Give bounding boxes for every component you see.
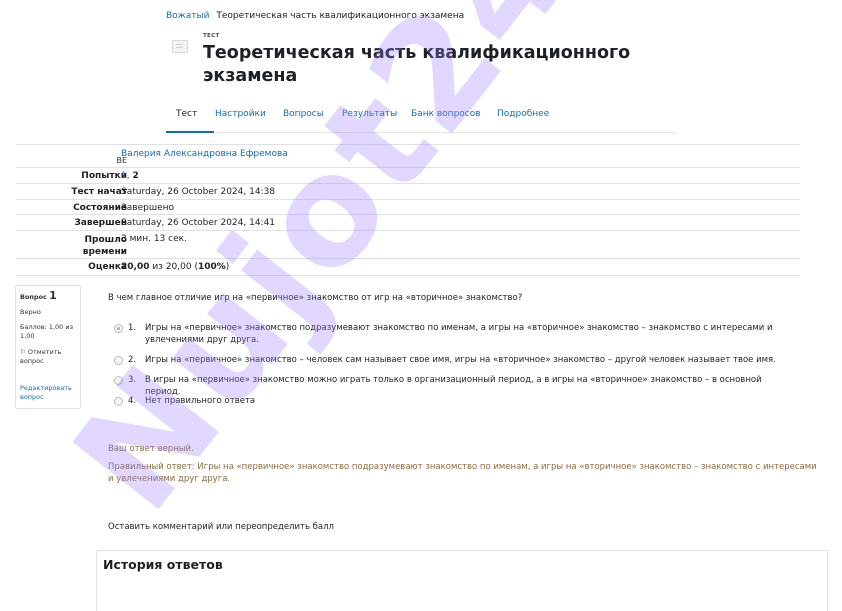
started-value: Saturday, 26 October 2024, 14:38: [121, 187, 276, 197]
answer-text: Нет правильного ответа: [145, 396, 256, 406]
question-text: В чем главное отличие игр на «первичное»…: [108, 293, 523, 303]
tab-question-bank[interactable]: Банк вопросов: [411, 104, 481, 131]
grade-out-of: из 20,00 (: [149, 262, 198, 272]
answer-number: 4.: [128, 396, 137, 406]
started-label: Тест начат: [71, 187, 127, 197]
answer-feedback: Ваш ответ верный.: [108, 444, 194, 454]
answer-radio[interactable]: [114, 376, 123, 385]
answer-radio[interactable]: [114, 397, 123, 406]
breadcrumb-link-course[interactable]: Вожатый: [166, 11, 210, 21]
flag-icon: ⚐: [20, 348, 26, 356]
summary-row-time: Прошло времени 3 мин. 13 сек.: [16, 230, 800, 259]
breadcrumb-current: Теоретическая часть квалификационного эк…: [216, 11, 465, 21]
question-state: Верно: [20, 308, 41, 316]
flag-question-button[interactable]: ⚐ Отметить вопрос: [20, 348, 78, 366]
answer-number: 1.: [128, 323, 137, 333]
flag-question-label: Отметить вопрос: [20, 348, 62, 365]
time-taken-label-line2: времени: [82, 247, 127, 257]
summary-row-grade: Оценка 20,00 из 20,00 (100%): [16, 258, 800, 276]
summary-row-user: ВЕ Валерия Александровна Ефремова: [16, 144, 800, 167]
summary-row-started: Тест начат Saturday, 26 October 2024, 14…: [16, 183, 800, 199]
finished-label: Завершен: [74, 218, 127, 228]
breadcrumb: Вожатый Теоретическая часть квалификацио…: [166, 11, 464, 21]
answer-radio[interactable]: [114, 356, 123, 365]
attempt-current: 2: [132, 171, 139, 181]
breadcrumb-separator: [212, 11, 215, 21]
tab-results[interactable]: Результаты: [342, 104, 397, 131]
answer-text: Игры на «первичное» знакомство – человек…: [145, 355, 776, 365]
tab-quiz[interactable]: Тест: [166, 104, 214, 133]
state-value: Завершено: [121, 203, 175, 213]
comment-override-link[interactable]: Оставить комментарий или переопределить …: [108, 522, 334, 532]
secondary-navigation: Тест Настройки Вопросы Результаты Банк в…: [166, 104, 676, 133]
grade-score: 20,00: [121, 262, 150, 272]
user-name-link[interactable]: Валерия Александровна Ефремова: [121, 149, 288, 160]
question-grade: Баллов: 1,00 из 1,00: [20, 323, 74, 340]
response-history-section: История ответов: [96, 550, 828, 611]
tab-settings[interactable]: Настройки: [215, 104, 266, 131]
summary-row-state: Состояние Завершено: [16, 199, 800, 215]
answer-number: 2.: [128, 355, 137, 365]
grade-percent: 100%: [197, 262, 226, 272]
finished-value: Saturday, 26 October 2024, 14:41: [121, 218, 276, 228]
right-answer: Правильный ответ: Игры на «первичное» зн…: [108, 462, 817, 484]
summary-row-finished: Завершен Saturday, 26 October 2024, 14:4…: [16, 214, 800, 230]
grade-close: ): [225, 262, 230, 272]
state-label: Состояние: [73, 203, 127, 213]
tab-questions[interactable]: Вопросы: [283, 104, 324, 131]
question-number-value: 1: [49, 289, 57, 302]
summary-row-attempts: Попытки 1, 2: [16, 167, 800, 183]
activity-type-label: ТЕСТ: [203, 33, 220, 39]
grade-value: 20,00 из 20,00 (100%): [121, 262, 229, 273]
edit-question-link[interactable]: Редактировать вопрос: [20, 384, 78, 402]
time-taken-value: 3 мин. 13 сек.: [121, 234, 187, 244]
quiz-icon: [172, 40, 188, 53]
answer-number: 3.: [128, 375, 137, 385]
attempt-1-link[interactable]: 1,: [121, 171, 132, 181]
answer-radio[interactable]: [114, 324, 123, 333]
question-info-panel: Вопрос 1 Верно Баллов: 1,00 из 1,00 ⚐ От…: [15, 285, 81, 409]
tab-more[interactable]: Подробнее: [497, 104, 549, 131]
question-number: Вопрос 1: [20, 289, 57, 302]
response-history-title: История ответов: [103, 557, 223, 572]
question-label: Вопрос: [20, 293, 47, 301]
page-title: Теоретическая часть квалификационного эк…: [203, 43, 631, 86]
answer-text: Игры на «первичное» знакомство подразуме…: [145, 323, 773, 345]
attempts-value: 1, 2: [121, 171, 139, 182]
